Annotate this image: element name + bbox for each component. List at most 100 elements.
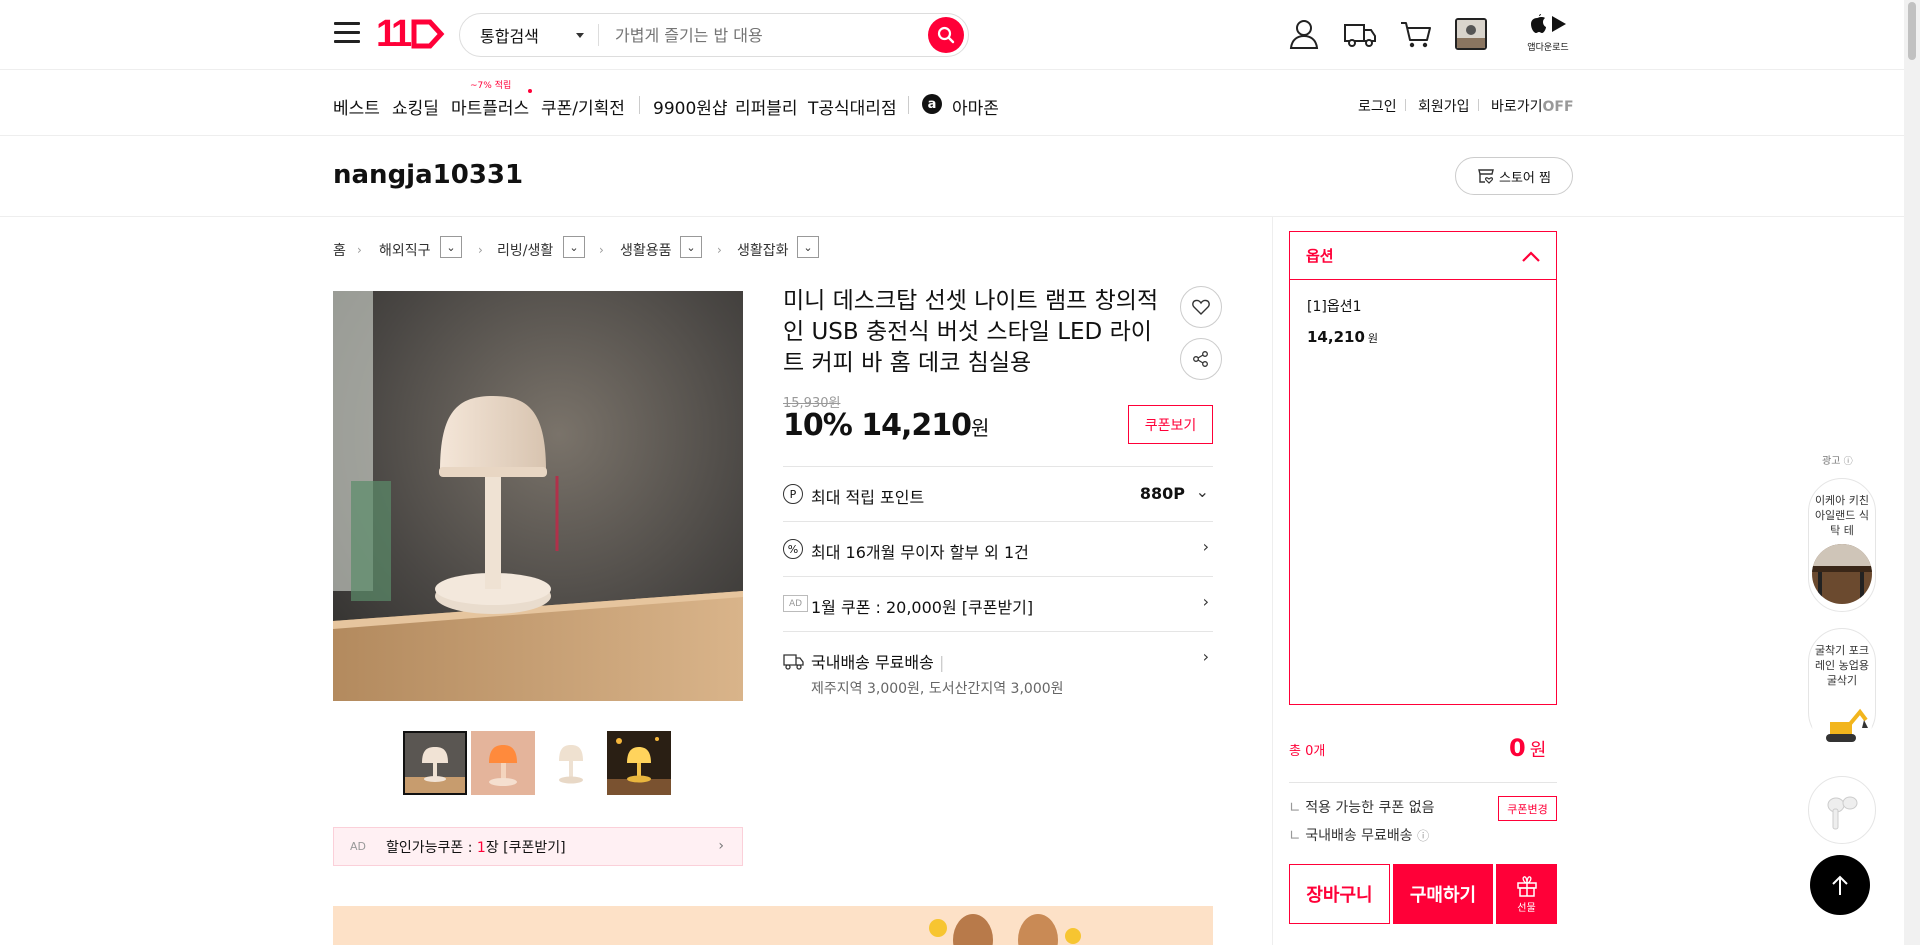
scrollbar-track[interactable]: [1904, 0, 1920, 945]
side-ad-1-image: [1812, 544, 1872, 604]
nav-item-t-official[interactable]: T공식대리점: [808, 94, 897, 119]
menu-icon[interactable]: [334, 22, 360, 44]
breadcrumb-household[interactable]: 생활용품: [620, 240, 672, 260]
category-nav: 베스트 쇼킹딜 ~7% 적립 마트플러스 쿠폰/기획전 9900원샵 리퍼블리 …: [0, 70, 1920, 136]
nav-badge-mart-plus: ~7% 적립: [470, 81, 512, 91]
arrow-up-icon: [1832, 875, 1848, 895]
shortcut-toggle[interactable]: 바로가기OFF: [1491, 96, 1574, 116]
divider: [1289, 782, 1557, 783]
logo[interactable]: 11: [376, 13, 445, 55]
user-icon[interactable]: [1286, 16, 1322, 52]
cart-icon[interactable]: [1398, 16, 1434, 52]
coupon-change-button[interactable]: 쿠폰변경: [1498, 796, 1557, 821]
ad-label: 광고 ⓘ: [1822, 456, 1853, 467]
nav-item-amazon[interactable]: 아마존: [952, 94, 999, 119]
nav-item-coupon[interactable]: 쿠폰/기획전: [541, 94, 625, 119]
coupon-ad-row[interactable]: AD 1월 쿠폰 : 20,000원 [쿠폰받기] ›: [783, 576, 1213, 632]
side-ad-3-image: [1812, 781, 1872, 841]
wishlist-button[interactable]: [1180, 286, 1222, 328]
sale-price: 10% 14,210원: [783, 408, 989, 443]
app-download-label: 앱다운로드: [1527, 43, 1569, 53]
installment-label: 최대 16개월 무이자 할부 외 1건: [811, 543, 1029, 562]
divider: [639, 96, 640, 114]
delivery-truck-icon[interactable]: [1342, 16, 1378, 52]
shipping-row[interactable]: 국내배송 무료배송 | 제주지역 3,000원, 도서산간지역 3,000원 ›: [783, 631, 1213, 711]
thumbnail-1[interactable]: [403, 731, 467, 795]
option-header[interactable]: 옵션: [1290, 232, 1556, 280]
side-ad-1-text: 이케아 키친 아일랜드 식탁 테: [1814, 494, 1870, 537]
breadcrumb-dropdown[interactable]: ⌄: [440, 236, 462, 258]
side-ad-2[interactable]: 굴착기 포크레인 농업용굴삭기: [1808, 628, 1876, 754]
heart-icon: [1192, 299, 1210, 315]
breadcrumb-dropdown[interactable]: ⌄: [797, 236, 819, 258]
chevron-right-icon: ›: [1202, 537, 1209, 556]
percent-icon: %: [783, 539, 803, 559]
breadcrumb-dropdown[interactable]: ⌄: [680, 236, 702, 258]
search-button[interactable]: [928, 17, 964, 53]
promo-banner[interactable]: [333, 906, 1213, 945]
chevron-right-icon: ›: [357, 243, 362, 257]
nav-item-best[interactable]: 베스트: [333, 94, 380, 119]
login-link[interactable]: 로그인: [1358, 96, 1397, 116]
breadcrumb-dropdown[interactable]: ⌄: [563, 236, 585, 258]
share-button[interactable]: [1180, 338, 1222, 380]
product-title: 미니 데스크탑 선셋 나이트 램프 창의적인 USB 충전식 버섯 스타일 LE…: [783, 288, 1159, 376]
discount-coupon-bar[interactable]: AD 할인가능쿠폰 : 1장 [쿠폰받기] ›: [333, 827, 743, 866]
side-ad-2-text: 굴착기 포크레인 농업용굴삭기: [1814, 644, 1870, 687]
breadcrumb-home[interactable]: 홈: [333, 240, 346, 260]
no-coupon-text: ∟ 적용 가능한 쿠폰 없음: [1289, 800, 1435, 816]
breadcrumb-misc[interactable]: 생활잡화: [737, 240, 789, 260]
points-row[interactable]: P 최대 적립 포인트 880P ⌄: [783, 466, 1213, 522]
shortcut-state: OFF: [1542, 99, 1574, 115]
chevron-right-icon: ›: [599, 243, 604, 257]
gift-button[interactable]: 선물: [1496, 864, 1557, 924]
price-value: 14,210: [861, 408, 972, 443]
ad-tag: AD: [783, 595, 808, 612]
thumbnail-3[interactable]: [539, 731, 603, 795]
nav-item-refurbly[interactable]: 리퍼블리: [735, 94, 798, 119]
info-icon: ⓘ: [1417, 829, 1430, 843]
breadcrumb-overseas[interactable]: 해외직구: [379, 240, 431, 260]
gift-label: 선물: [1517, 902, 1536, 914]
discount-coupon-label: 할인가능쿠폰 : 1장 [쿠폰받기]: [386, 839, 566, 856]
thumbnail-4[interactable]: [607, 731, 671, 795]
ad-tag: AD: [350, 840, 366, 853]
header: 11 통합검색 가볍게 즐기는 밥 대용 앱다운로드: [0, 0, 1920, 70]
search-type-select[interactable]: 통합검색: [460, 14, 598, 56]
store-icon: [1478, 169, 1494, 184]
option-panel: 옵션 [1]옵션1 14,210 원: [1289, 231, 1557, 705]
signup-link[interactable]: 회원가입: [1418, 96, 1470, 116]
coupon-view-button[interactable]: 쿠폰보기: [1128, 405, 1213, 444]
discount-rate: 10%: [783, 408, 853, 443]
option-item-name[interactable]: [1]옵션1: [1307, 296, 1362, 316]
app-store-icons: [1531, 14, 1566, 33]
delivery-truck-icon: [783, 654, 804, 670]
installment-row[interactable]: % 최대 16개월 무이자 할부 외 1건 ›: [783, 521, 1213, 577]
search-input[interactable]: [599, 25, 928, 45]
point-icon: P: [783, 484, 803, 504]
chevron-down-icon: ⌄: [1195, 482, 1209, 501]
breadcrumb-living[interactable]: 리빙/생활: [497, 240, 553, 260]
side-ad-1[interactable]: 이케아 키친 아일랜드 식탁 테: [1808, 478, 1876, 612]
scroll-to-top-button[interactable]: [1810, 855, 1870, 915]
scrollbar-thumb[interactable]: [1908, 2, 1916, 60]
points-label: 최대 적립 포인트: [811, 488, 925, 507]
recent-product-thumbnail[interactable]: [1455, 18, 1487, 50]
divider: [1478, 99, 1479, 111]
product-main-image[interactable]: [333, 291, 743, 701]
nav-item-mart-plus[interactable]: 마트플러스: [451, 94, 529, 119]
app-download[interactable]: 앱다운로드: [1524, 14, 1572, 53]
nav-item-9900-shop[interactable]: 9900원샵: [653, 94, 728, 119]
seller-name[interactable]: nangja10331: [333, 160, 523, 190]
search-icon: [937, 26, 955, 44]
buy-now-button[interactable]: 구매하기: [1393, 864, 1493, 924]
amazon-icon: a: [922, 94, 942, 114]
thumbnail-2[interactable]: [471, 731, 535, 795]
store-favorite-button[interactable]: 스토어 찜: [1455, 157, 1573, 195]
chevron-right-icon: ›: [718, 838, 724, 854]
side-ad-2-image: [1812, 694, 1872, 754]
side-ad-3[interactable]: [1808, 776, 1876, 844]
nav-item-shocking-deal[interactable]: 쇼킹딜: [392, 94, 439, 119]
divider: [908, 96, 909, 114]
add-to-cart-button[interactable]: 장바구니: [1289, 864, 1390, 924]
